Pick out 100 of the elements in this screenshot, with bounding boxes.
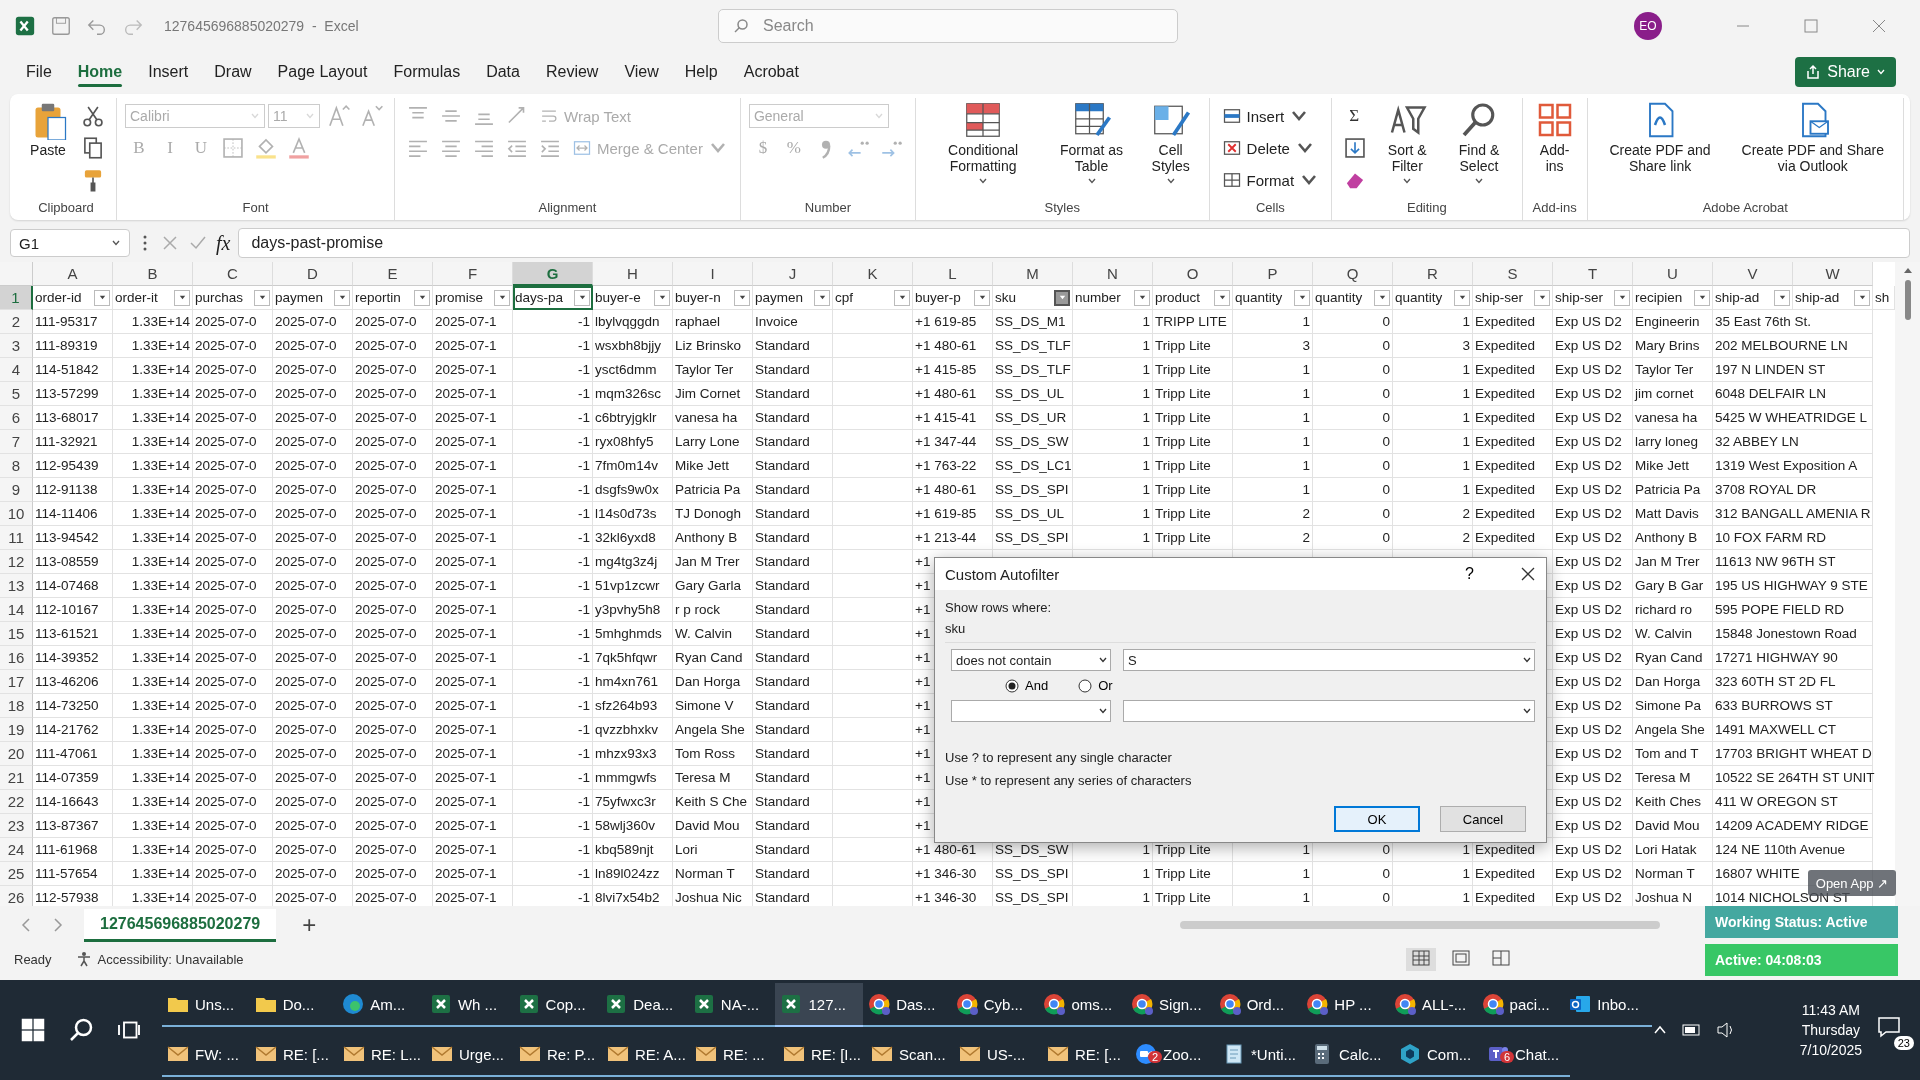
formula-field[interactable]: days-past-promise [238,228,1910,258]
row-header[interactable]: 23 [0,814,33,838]
ribbon-button[interactable]: Delete [1217,136,1319,160]
row-header[interactable]: 26 [0,886,33,906]
taskbar-app[interactable]: Urge... [426,1033,514,1077]
sheet-tab[interactable]: 127645696885020279 [84,908,277,942]
filter-button[interactable] [1054,289,1070,306]
row-header[interactable]: 15 [0,622,33,646]
taskbar-app[interactable]: 127... [775,983,864,1027]
ribbon-tab[interactable]: Insert [136,55,201,89]
filter-button[interactable] [1774,289,1790,306]
row-header[interactable]: 24 [0,838,33,862]
column-header[interactable]: V [1713,262,1793,286]
add-sheet-button[interactable]: + [296,910,323,940]
accessibility-status[interactable]: Accessibility: Unavailable [97,951,244,967]
ribbon-tab[interactable]: Data [474,55,532,89]
row-header[interactable]: 16 [0,646,33,670]
cancel-button[interactable]: Cancel [1440,806,1526,832]
taskbar-app[interactable]: Das... [863,983,951,1027]
ribbon-button[interactable]: Add-ins [1530,98,1579,176]
filter-button[interactable] [894,289,910,306]
value-field[interactable]: S [1123,649,1535,671]
insert-function-button[interactable]: fx [216,231,231,255]
ribbon-button[interactable]: Create PDF and Share via Outlook [1730,98,1895,176]
taskbar-app[interactable]: HP ... [1301,983,1389,1027]
column-header[interactable]: E [353,262,433,286]
row-header[interactable]: 4 [0,358,33,382]
column-header[interactable]: Q [1313,262,1393,286]
operator-dropdown[interactable]: does not contain [951,649,1111,671]
taskbar-app[interactable]: 2 Zoo... [1130,1033,1218,1077]
name-box[interactable]: G1 [10,229,130,257]
search-field[interactable]: Search [718,9,1178,43]
filter-button[interactable] [94,289,110,306]
taskbar-app[interactable]: Ord... [1213,983,1302,1027]
clock-date[interactable]: 7/10/2025 [1799,1042,1862,1058]
ribbon-tab[interactable]: Help [672,55,730,89]
row-header[interactable]: 1 [0,286,33,310]
row-header[interactable]: 19 [0,718,33,742]
filter-button[interactable] [1854,289,1870,306]
taskbar-app[interactable]: Am... [337,983,425,1027]
filter-button[interactable] [1374,289,1390,306]
row-header[interactable]: 10 [0,502,33,526]
taskbar-app[interactable]: Cyb... [950,983,1039,1027]
ribbon-tab[interactable]: Home [65,55,135,89]
column-header[interactable]: U [1633,262,1713,286]
column-header[interactable]: I [673,262,753,286]
taskbar-app[interactable]: Do... [249,983,338,1027]
column-header[interactable]: S [1473,262,1553,286]
taskbar-app[interactable]: oms... [1038,983,1127,1027]
user-avatar[interactable]: EO [1634,12,1662,40]
row-header[interactable]: 12 [0,550,33,574]
clock-day[interactable]: Thursday [1801,1022,1861,1038]
column-header[interactable]: A [33,262,113,286]
ok-button[interactable]: OK [1334,806,1420,832]
ribbon-button[interactable]: Format as Table [1048,98,1135,188]
scrollbar-thumb[interactable] [1904,280,1911,320]
taskbar-app[interactable]: RE: A... [602,1033,690,1077]
row-header[interactable]: 14 [0,598,33,622]
taskbar-app[interactable]: Scan... [866,1033,954,1077]
view-button[interactable] [1406,947,1436,971]
previous-sheet-icon[interactable] [20,918,32,932]
column-header[interactable]: W [1793,262,1873,286]
row-header[interactable]: 11 [0,526,33,550]
ribbon-button[interactable]: Format [1217,168,1324,192]
open-app-button[interactable]: Open App ↗ [1808,870,1896,896]
value-field[interactable] [1123,700,1535,722]
row-header[interactable]: 18 [0,694,33,718]
filter-button[interactable] [974,289,990,306]
taskbar-app[interactable]: ALL-... [1388,983,1477,1027]
filter-button[interactable] [414,289,430,306]
column-header[interactable]: J [753,262,833,286]
ribbon-tab[interactable]: Draw [202,55,264,89]
filter-button[interactable] [734,289,750,306]
taskbar-app[interactable]: Dea... [600,983,688,1027]
filter-button[interactable] [1134,289,1150,306]
row-header[interactable]: 25 [0,862,33,886]
row-header[interactable]: 5 [0,382,33,406]
ribbon-button[interactable]: Find & Select [1444,98,1514,188]
ribbon-button[interactable]: Create PDF and Share link [1595,98,1725,176]
row-header[interactable]: 7 [0,430,33,454]
row-header[interactable]: 17 [0,670,33,694]
taskbar-app[interactable]: Re: P... [514,1033,602,1077]
ribbon-tab[interactable]: Formulas [381,55,473,89]
taskbar-app[interactable]: RE: [I... [778,1033,866,1077]
column-header[interactable]: P [1233,262,1313,286]
ribbon-tab[interactable]: Review [533,55,611,89]
filter-button[interactable] [814,289,830,306]
filter-button[interactable] [1614,289,1630,306]
filter-button[interactable] [574,289,590,306]
filter-button[interactable] [494,289,510,306]
battery-icon[interactable] [1682,1022,1702,1038]
ribbon-button[interactable]: Cell Styles [1140,98,1201,188]
ribbon-button[interactable]: Paste [24,98,72,160]
filter-button[interactable] [654,289,670,306]
row-header[interactable]: 2 [0,310,33,334]
row-header[interactable]: 13 [0,574,33,598]
ribbon-button[interactable]: Insert [1217,104,1314,128]
taskbar-app[interactable]: RE: [... [1042,1033,1130,1077]
ribbon-tab[interactable]: View [612,55,671,89]
ribbon-tab[interactable]: Acrobat [731,55,811,89]
